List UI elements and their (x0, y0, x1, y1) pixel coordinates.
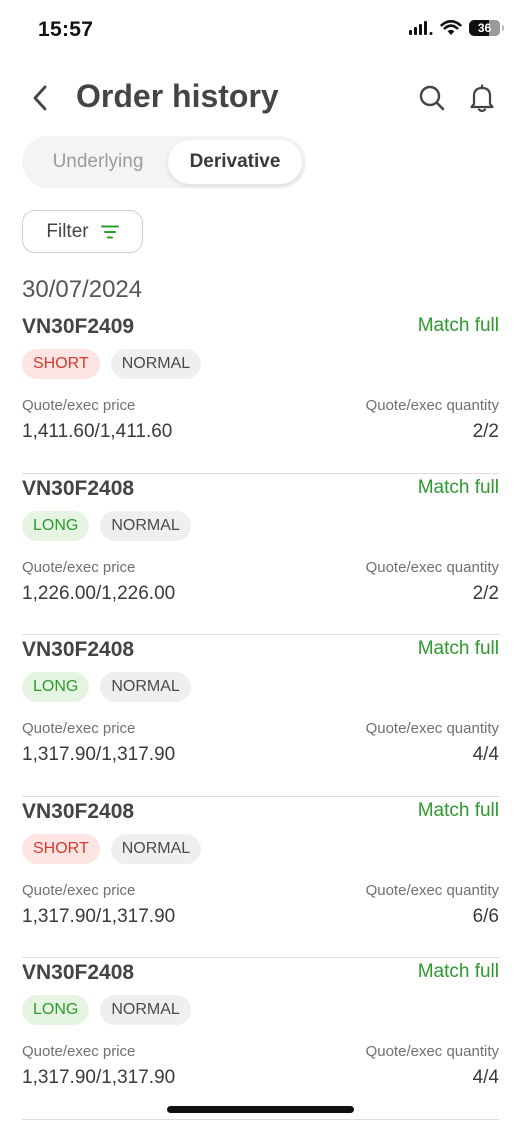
order-type-badge: NORMAL (110, 349, 202, 379)
date-heading: 30/07/2024 (22, 276, 143, 303)
order-symbol: VN30F2409 (22, 315, 135, 338)
price-label: Quote/exec price (22, 1043, 136, 1060)
tab-underlying[interactable]: Underlying (28, 140, 168, 184)
quantity-value: 2/2 (472, 421, 499, 442)
order-status: Match full (417, 799, 499, 821)
side-badge: LONG (22, 995, 90, 1025)
order-item[interactable]: VN30F2408 Match full LONG NORMAL Quote/e… (22, 474, 499, 635)
quantity-label: Quote/exec quantity (365, 397, 499, 414)
header: Order history (0, 68, 520, 128)
page-title: Order history (76, 78, 279, 114)
order-symbol: VN30F2408 (22, 961, 135, 984)
order-badges: LONG NORMAL (22, 995, 191, 1025)
quantity-label: Quote/exec quantity (365, 1043, 499, 1060)
side-badge: LONG (22, 510, 90, 541)
quantity-label: Quote/exec quantity (365, 720, 499, 737)
price-value: 1,317.90/1,317.90 (22, 905, 176, 927)
side-badge: SHORT (22, 349, 100, 379)
battery-level: 36 (477, 21, 492, 35)
status-icons: 36 (409, 20, 504, 36)
status-bar: 15:57 36 (0, 0, 520, 62)
price-value: 1,411.60/1,411.60 (22, 421, 173, 442)
home-indicator[interactable] (167, 1106, 354, 1113)
quantity-value: 6/6 (472, 905, 499, 927)
price-label: Quote/exec price (22, 881, 136, 899)
order-status: Match full (417, 315, 499, 336)
search-icon (419, 85, 445, 111)
filter-button[interactable]: Filter (22, 210, 143, 253)
order-list: VN30F2409 Match full SHORT NORMAL Quote/… (22, 312, 499, 1120)
quantity-value: 2/2 (472, 582, 499, 604)
order-status: Match full (417, 476, 499, 498)
bell-icon (470, 84, 494, 113)
price-value: 1,226.00/1,226.00 (22, 582, 176, 604)
order-badges: LONG NORMAL (22, 672, 191, 702)
order-status: Match full (417, 638, 499, 659)
order-badges: LONG NORMAL (22, 510, 191, 541)
battery-icon: 36 (469, 20, 504, 36)
back-chevron-icon (33, 85, 47, 111)
order-type-badge: NORMAL (110, 833, 202, 864)
order-item[interactable]: VN30F2408 Match full SHORT NORMAL Quote/… (22, 797, 499, 958)
wifi-icon (440, 20, 462, 35)
quantity-label: Quote/exec quantity (365, 558, 499, 576)
order-item[interactable]: VN30F2408 Match full LONG NORMAL Quote/e… (22, 635, 499, 797)
price-label: Quote/exec price (22, 720, 136, 737)
order-item[interactable]: VN30F2408 Match full LONG NORMAL Quote/e… (22, 958, 499, 1120)
side-badge: SHORT (22, 833, 100, 864)
quantity-value: 4/4 (472, 744, 499, 765)
search-button[interactable] (414, 80, 450, 116)
tab-switcher: Underlying Derivative (22, 136, 306, 188)
order-item[interactable]: VN30F2409 Match full SHORT NORMAL Quote/… (22, 312, 499, 474)
price-value: 1,317.90/1,317.90 (22, 1067, 176, 1088)
back-button[interactable] (22, 80, 58, 116)
cellular-signal-icon (409, 21, 433, 35)
order-symbol: VN30F2408 (22, 476, 135, 500)
quantity-value: 4/4 (472, 1067, 499, 1088)
order-type-badge: NORMAL (100, 672, 191, 702)
order-symbol: VN30F2408 (22, 638, 135, 661)
order-status: Match full (417, 961, 499, 982)
tab-derivative[interactable]: Derivative (168, 140, 302, 184)
order-type-badge: NORMAL (100, 995, 191, 1025)
quantity-label: Quote/exec quantity (365, 881, 499, 899)
notifications-button[interactable] (464, 80, 500, 116)
order-symbol: VN30F2408 (22, 799, 135, 823)
price-value: 1,317.90/1,317.90 (22, 744, 176, 765)
order-badges: SHORT NORMAL (22, 349, 202, 379)
price-label: Quote/exec price (22, 558, 136, 576)
side-badge: LONG (22, 672, 90, 702)
status-time: 15:57 (38, 18, 94, 41)
filter-label: Filter (46, 220, 89, 242)
order-type-badge: NORMAL (100, 510, 191, 541)
order-badges: SHORT NORMAL (22, 833, 202, 864)
filter-icon (100, 225, 119, 238)
price-label: Quote/exec price (22, 397, 136, 414)
